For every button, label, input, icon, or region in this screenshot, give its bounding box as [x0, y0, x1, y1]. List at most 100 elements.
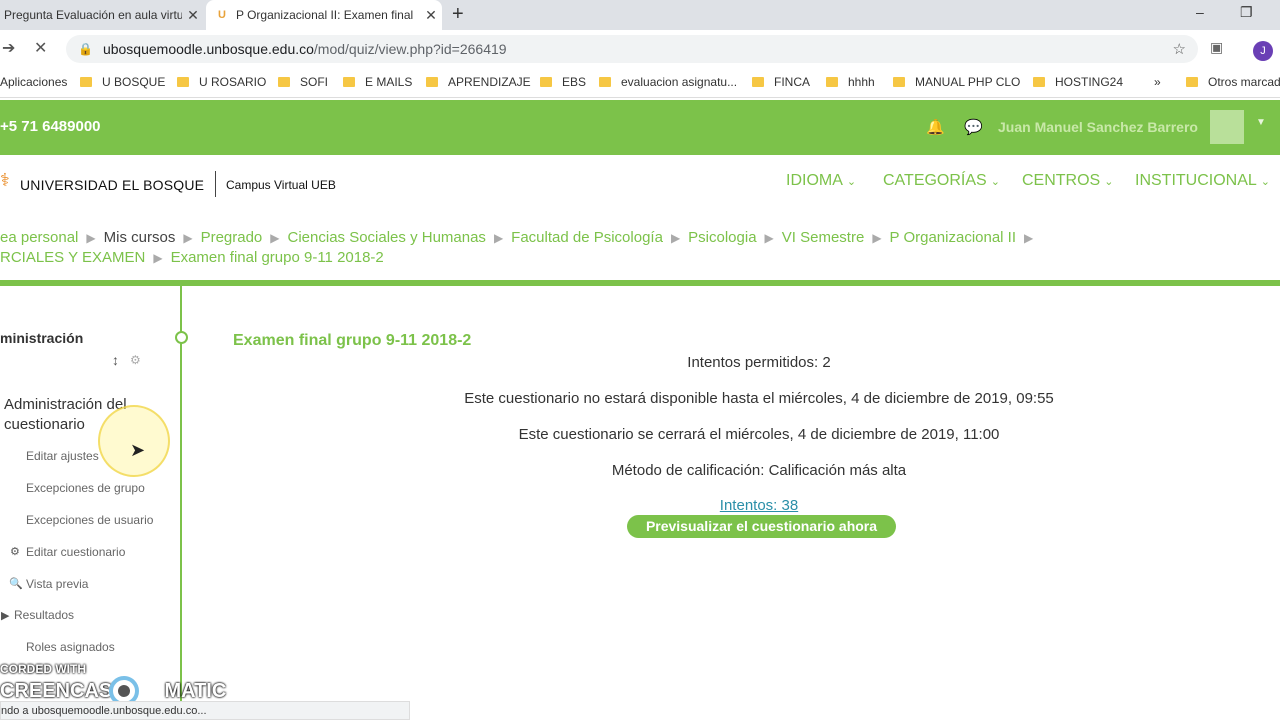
breadcrumb-separator-icon: ▶: [270, 231, 280, 245]
close-tab-icon[interactable]: ✕: [182, 7, 204, 24]
tab-title: Pregunta Evaluación en aula virtu: [4, 8, 182, 22]
sidebar-link-group-overrides[interactable]: Excepciones de grupo: [26, 481, 145, 495]
bookmarks-bar: Aplicaciones U BOSQUE U ROSARIO SOFI E M…: [0, 68, 1280, 98]
bookmark-folder[interactable]: hhhh: [826, 75, 875, 89]
bookmark-folder[interactable]: U ROSARIO: [177, 75, 266, 89]
sidebar-link-edit-quiz[interactable]: Editar cuestionario: [26, 545, 125, 559]
breadcrumb-separator-icon: ▶: [670, 231, 681, 245]
browser-tab-inactive[interactable]: Pregunta Evaluación en aula virtu ✕: [0, 0, 204, 30]
sidebar-toggle-handle[interactable]: [175, 331, 188, 344]
breadcrumb-separator-icon: ▶: [764, 231, 774, 245]
breadcrumb-item[interactable]: Ciencias Sociales y Humanas: [288, 229, 486, 246]
folder-icon: [80, 77, 92, 87]
site-topbar: +5 71 6489000 🔔 💬 Juan Manuel Sanchez Ba…: [0, 100, 1280, 155]
bookmark-label: EBS: [562, 75, 587, 89]
quiz-close-date: Este cuestionario se cerrará el miércole…: [518, 426, 1000, 443]
folder-icon: [826, 77, 838, 87]
extension-icon[interactable]: ▣: [1210, 39, 1223, 56]
quiz-open-date: Este cuestionario no estará disponible h…: [464, 390, 1054, 407]
profile-avatar[interactable]: J: [1253, 41, 1273, 61]
breadcrumb-item[interactable]: Examen final grupo 9-11 2018-2: [171, 249, 384, 266]
breadcrumb-line-1: ea personal ▶ Mis cursos ▶ Pregrado ▶ Ciencias…: [0, 228, 1280, 248]
menu-label: IDIOMA: [786, 172, 843, 189]
attempts-allowed: Intentos permitidos: 2: [687, 354, 831, 371]
bookmark-folder[interactable]: FINCA: [752, 75, 810, 89]
bookmark-other[interactable]: Otros marcad: [1186, 75, 1280, 89]
breadcrumb-item[interactable]: Mis cursos: [104, 229, 176, 246]
bookmark-folder[interactable]: SOFI: [278, 75, 328, 89]
content-divider: [0, 280, 1280, 286]
sidebar-link-assigned-roles[interactable]: Roles asignados: [26, 640, 115, 654]
breadcrumb-item[interactable]: Psicologia: [688, 229, 756, 246]
menu-label: INSTITUCIONAL: [1135, 172, 1257, 189]
sidebar-link-preview[interactable]: Vista previa: [26, 577, 88, 591]
menu-institucional[interactable]: INSTITUCIONAL ⌄: [1135, 172, 1270, 190]
bookmark-folder[interactable]: U BOSQUE: [80, 75, 165, 89]
breadcrumb-item[interactable]: Facultad de Psicología: [511, 229, 663, 246]
bookmark-folder[interactable]: evaluacion asignatu...: [599, 75, 737, 89]
watermark-part: MATIC: [164, 680, 227, 702]
folder-icon: [599, 77, 611, 87]
watermark-part: CREENCAST: [0, 680, 125, 702]
breadcrumb-line-2: RCIALES Y EXAMEN ▶ Examen final grupo 9-11…: [0, 248, 1280, 268]
bookmarks-overflow-button[interactable]: »: [1154, 75, 1161, 89]
bookmark-label: evaluacion asignatu...: [621, 75, 738, 89]
sidebar-link-results[interactable]: Resultados: [14, 608, 74, 622]
bookmark-folder[interactable]: APRENDIZAJE: [426, 75, 531, 89]
menu-idioma[interactable]: IDIOMA ⌄: [786, 172, 856, 190]
phone-number: +5 71 6489000: [0, 118, 101, 135]
restore-button[interactable]: ❐: [1240, 4, 1253, 21]
bell-icon[interactable]: 🔔: [926, 118, 945, 136]
magnifier-icon: 🔍: [9, 578, 23, 590]
bookmark-label: U BOSQUE: [102, 75, 166, 89]
bookmark-label: FINCA: [774, 75, 810, 89]
close-tab-icon[interactable]: ✕: [420, 7, 442, 24]
breadcrumb-item[interactable]: VI Semestre: [782, 229, 865, 246]
user-avatar[interactable]: [1210, 110, 1244, 144]
reload-icon[interactable]: ✕: [34, 38, 47, 58]
browser-status-bar: ndo a ubosquemoodle.unbosque.edu.co...: [0, 701, 410, 720]
preview-quiz-button[interactable]: Previsualizar el cuestionario ahora: [627, 515, 896, 538]
grading-method: Método de calificación: Calificación más…: [611, 462, 907, 479]
chevron-down-icon: ⌄: [1104, 176, 1114, 188]
bookmark-folder[interactable]: E MAILS: [343, 75, 412, 89]
user-menu-caret-icon[interactable]: ▼: [1256, 117, 1266, 128]
bookmark-star-icon[interactable]: ☆: [1173, 40, 1186, 58]
sidebar-link-edit-settings[interactable]: Editar ajustes: [26, 449, 99, 463]
triangle-right-icon[interactable]: ▶: [1, 609, 9, 622]
bookmark-folder[interactable]: EBS: [540, 75, 586, 89]
browser-toolbar: ➔ ✕ 🔒 ubosquemoodle.unbosque.edu.co/mod/…: [0, 30, 1280, 68]
attempts-link[interactable]: Intentos: 38: [232, 497, 1280, 514]
university-logo-icon: ⚕: [0, 170, 10, 190]
bookmark-folder[interactable]: HOSTING24: [1033, 75, 1123, 89]
menu-centros[interactable]: CENTROS ⌄: [1022, 172, 1113, 190]
quiz-title: Examen final grupo 9-11 2018-2: [233, 332, 472, 349]
folder-icon: [1186, 77, 1198, 87]
folder-icon: [540, 77, 552, 87]
forward-icon[interactable]: ➔: [2, 38, 15, 58]
menu-label: CENTROS: [1022, 172, 1101, 189]
browser-tab-active[interactable]: U P Organizacional II: Examen final ✕: [206, 0, 442, 30]
menu-categorias[interactable]: CATEGORÍAS ⌄: [883, 172, 1000, 190]
breadcrumb-item[interactable]: ea personal: [0, 229, 78, 246]
breadcrumb-item[interactable]: P Organizacional II: [890, 229, 1016, 246]
breadcrumb-item[interactable]: Pregrado: [201, 229, 263, 246]
sidebar-link-user-overrides[interactable]: Excepciones de usuario: [26, 513, 153, 527]
move-icon[interactable]: ↕: [112, 352, 119, 368]
new-tab-button[interactable]: +: [452, 3, 464, 26]
user-name[interactable]: Juan Manuel Sanchez Barrero: [998, 119, 1198, 135]
site-header: ⚕ UNIVERSIDAD EL BOSQUE Campus Virtual U…: [0, 155, 1280, 215]
bookmark-apps[interactable]: Aplicaciones: [0, 75, 67, 89]
breadcrumb-separator-icon: ▶: [493, 231, 504, 245]
minimize-button[interactable]: –: [1196, 4, 1204, 20]
chat-icon[interactable]: 💬: [964, 118, 983, 136]
bookmark-folder[interactable]: MANUAL PHP CLO: [893, 75, 1020, 89]
address-bar[interactable]: 🔒 ubosquemoodle.unbosque.edu.co/mod/quiz…: [66, 35, 1198, 63]
mouse-pointer-icon: ➤: [130, 440, 146, 460]
breadcrumb-item[interactable]: RCIALES Y EXAMEN: [0, 249, 145, 266]
gear-icon[interactable]: ⚙: [130, 353, 141, 367]
chevron-down-icon: ⌄: [846, 176, 857, 188]
moodle-favicon-icon: U: [218, 9, 226, 21]
university-name[interactable]: UNIVERSIDAD EL BOSQUE: [20, 177, 204, 193]
logo-divider: [215, 171, 216, 197]
